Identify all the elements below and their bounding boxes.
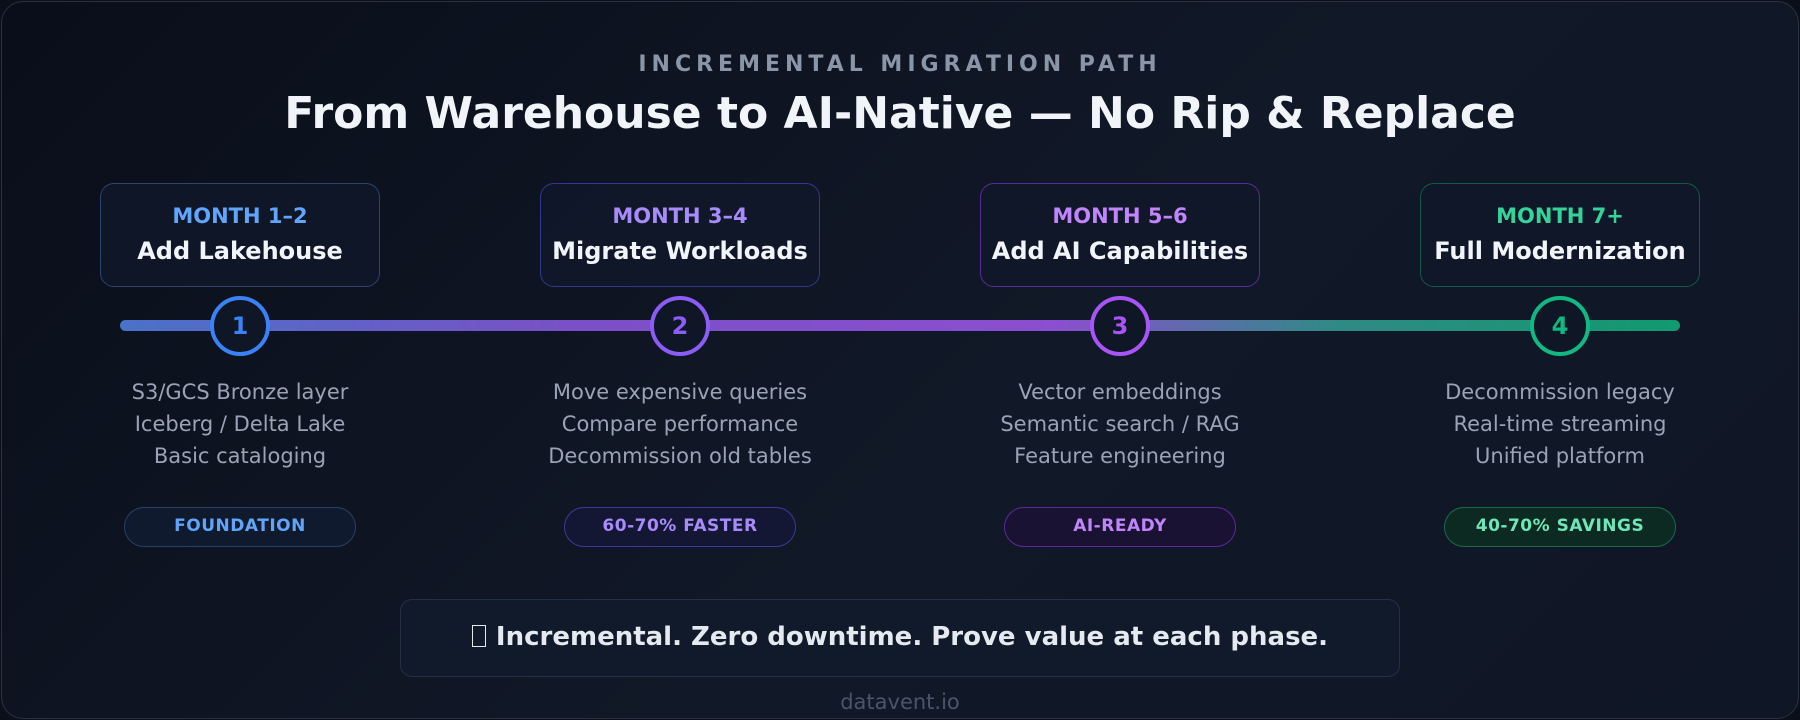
timeline-line — [120, 320, 1680, 331]
footer-callout: Incremental. Zero downtime. Prove value … — [400, 599, 1400, 677]
phase-1-details: S3/GCS Bronze layer Iceberg / Delta Lake… — [20, 376, 460, 472]
phase-3-details: Vector embeddings Semantic search / RAG … — [900, 376, 1340, 472]
phase-1-badge: FOUNDATION — [124, 507, 356, 547]
phase-1-name: Add Lakehouse — [137, 237, 343, 265]
phase-2-detail: Decommission old tables — [548, 444, 812, 468]
phase-4-details: Decommission legacy Real-time streaming … — [1340, 376, 1780, 472]
phase-2-period: MONTH 3–4 — [612, 204, 748, 228]
phase-3-name: Add AI Capabilities — [991, 237, 1249, 265]
phase-4-period: MONTH 7+ — [1496, 204, 1624, 228]
brand-label: datavent.io — [840, 690, 960, 714]
phase-1-detail: Basic cataloging — [153, 444, 327, 468]
phase-4-detail: Decommission legacy — [1445, 380, 1675, 404]
phase-4-name: Full Modernization — [1434, 237, 1686, 265]
phase-2-badge: 60-70% FASTER — [564, 507, 796, 547]
phase-1-detail: Iceberg / Delta Lake — [134, 412, 346, 436]
footer-message: Incremental. Zero downtime. Prove value … — [495, 622, 1329, 652]
phase-1-period: MONTH 1–2 — [172, 204, 308, 228]
phase-4-badge: 40-70% SAVINGS — [1444, 507, 1676, 547]
phase-2-name: Migrate Workloads — [552, 237, 808, 265]
phase-3-detail: Feature engineering — [1014, 444, 1226, 468]
phase-1-node: 1 — [210, 296, 270, 356]
phase-3-header: MONTH 5–6 Add AI Capabilities — [980, 183, 1260, 287]
box-icon — [471, 625, 486, 647]
phase-3-detail: Semantic search / RAG — [1000, 412, 1240, 436]
phase-4-node: 4 — [1530, 296, 1590, 356]
phase-2-detail: Compare performance — [561, 412, 799, 436]
phase-3-detail: Vector embeddings — [1018, 380, 1222, 404]
phase-2-detail: Move expensive queries — [552, 380, 808, 404]
phase-2-details: Move expensive queries Compare performan… — [460, 376, 900, 472]
phase-3-node: 3 — [1090, 296, 1150, 356]
phase-2-header: MONTH 3–4 Migrate Workloads — [540, 183, 820, 287]
phase-3-period: MONTH 5–6 — [1052, 204, 1188, 228]
phase-1-detail: S3/GCS Bronze layer — [131, 380, 349, 404]
phase-3-badge: AI-READY — [1004, 507, 1236, 547]
phase-2-node: 2 — [650, 296, 710, 356]
phase-4-detail: Real-time streaming — [1453, 412, 1667, 436]
phase-1-header: MONTH 1–2 Add Lakehouse — [100, 183, 380, 287]
phase-4-header: MONTH 7+ Full Modernization — [1420, 183, 1700, 287]
phase-4-detail: Unified platform — [1475, 444, 1645, 468]
